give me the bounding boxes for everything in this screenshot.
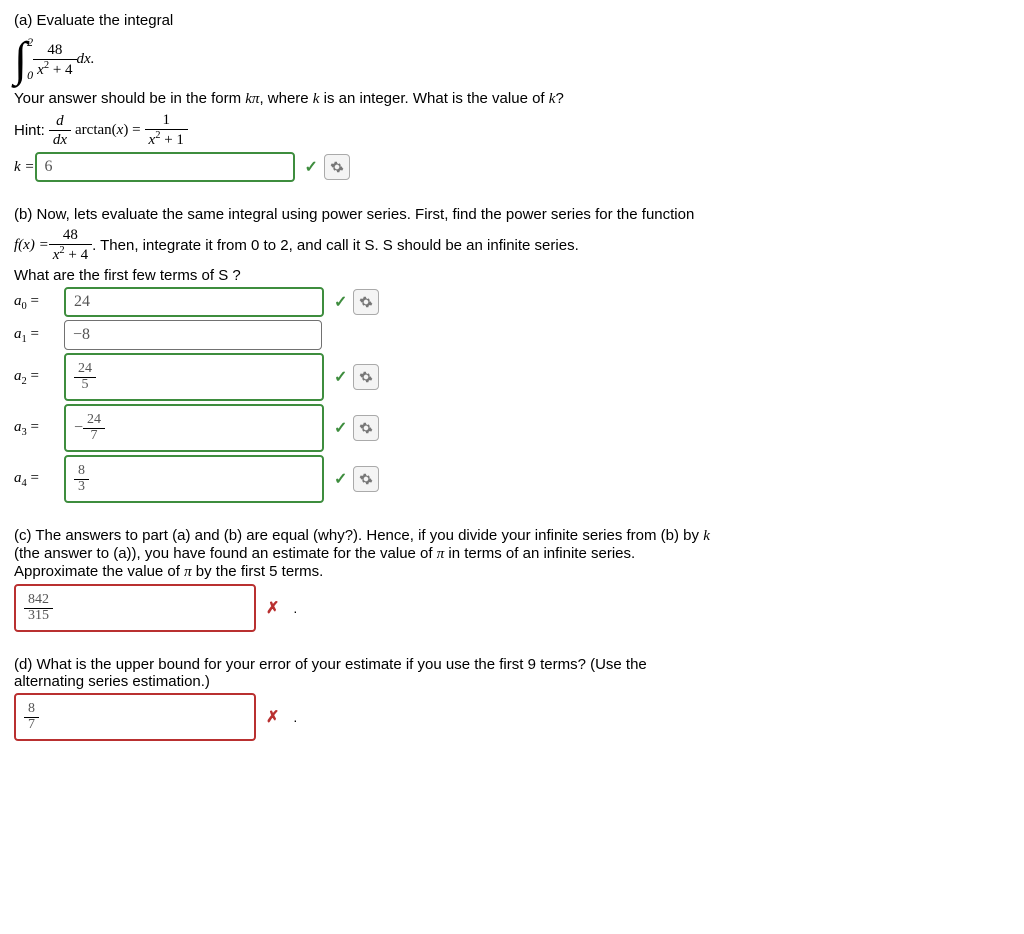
part-a-instruction: Your answer should be in the form kπ, wh… xyxy=(14,90,1010,108)
a3-row: a3 = − 247 ✓ xyxy=(14,404,1010,452)
check-icon: ✓ xyxy=(305,157,318,177)
part-d: (d) What is the upper bound for your err… xyxy=(14,656,1010,741)
a3-input[interactable]: − 247 xyxy=(64,404,324,452)
k-answer-row: k = 6 ✓ xyxy=(14,152,1010,182)
hint-dxfrac: d dx xyxy=(49,112,71,149)
part-c-text: (c) The answers to part (a) and (b) are … xyxy=(14,527,1010,581)
cross-icon: ✗ xyxy=(266,707,279,727)
part-a-heading: (a) Evaluate the integral xyxy=(14,12,1010,29)
k-label: k = xyxy=(14,159,35,176)
check-icon: ✓ xyxy=(334,292,347,312)
options-button[interactable] xyxy=(324,154,350,180)
fx-label: f(x) = xyxy=(14,237,49,254)
gear-icon xyxy=(330,160,344,174)
part-b: (b) Now, lets evaluate the same integral… xyxy=(14,206,1010,503)
gear-icon xyxy=(359,295,373,309)
a1-row: a1 = −8 xyxy=(14,320,1010,350)
gear-icon xyxy=(359,370,373,384)
d-answer-row: 87 ✗ . xyxy=(14,693,1010,741)
a1-input[interactable]: −8 xyxy=(64,320,322,350)
part-a: (a) Evaluate the integral ∫ 2 0 48 x2 + … xyxy=(14,12,1010,182)
period: . xyxy=(293,709,297,725)
hint-rhs: 1 x2 + 1 xyxy=(145,111,188,149)
a2-row: a2 = 245 ✓ xyxy=(14,353,1010,401)
cross-icon: ✗ xyxy=(266,598,279,618)
integral-symbol: ∫ xyxy=(14,32,27,87)
a4-label: a4 = xyxy=(14,470,56,489)
a4-input[interactable]: 83 xyxy=(64,455,324,503)
a4-row: a4 = 83 ✓ xyxy=(14,455,1010,503)
part-b-fx: f(x) = 48 x2 + 4 . Then, integrate it fr… xyxy=(14,226,1010,264)
dx: dx. xyxy=(77,51,95,68)
k-value: 6 xyxy=(45,158,53,176)
integral-expression: ∫ 2 0 48 x2 + 4 dx. xyxy=(14,32,1010,87)
part-c: (c) The answers to part (a) and (b) are … xyxy=(14,527,1010,632)
a0-input[interactable]: 24 xyxy=(64,287,324,317)
a0-label: a0 = xyxy=(14,293,56,312)
fx-fraction: 48 x2 + 4 xyxy=(49,226,92,264)
a2-label: a2 = xyxy=(14,368,56,387)
k-input[interactable]: 6 xyxy=(35,152,295,182)
options-button[interactable] xyxy=(353,289,379,315)
check-icon: ✓ xyxy=(334,469,347,489)
gear-icon xyxy=(359,421,373,435)
a2-input[interactable]: 245 xyxy=(64,353,324,401)
a0-row: a0 = 24 ✓ xyxy=(14,287,1010,317)
c-answer-row: 842315 ✗ . xyxy=(14,584,1010,632)
integrand-den: x2 + 4 xyxy=(33,60,76,79)
a1-label: a1 = xyxy=(14,326,56,345)
c-input[interactable]: 842315 xyxy=(14,584,256,632)
a3-label: a3 = xyxy=(14,419,56,438)
part-b-line3: What are the first few terms of S ? xyxy=(14,267,1010,284)
hint-row: Hint: d dx arctan(x) = 1 x2 + 1 xyxy=(14,111,1010,149)
options-button[interactable] xyxy=(353,415,379,441)
options-button[interactable] xyxy=(353,466,379,492)
check-icon: ✓ xyxy=(334,418,347,438)
part-b-line2: . Then, integrate it from 0 to 2, and ca… xyxy=(92,237,579,254)
period: . xyxy=(293,600,297,616)
d-input[interactable]: 87 xyxy=(14,693,256,741)
part-d-text: (d) What is the upper bound for your err… xyxy=(14,656,1010,690)
check-icon: ✓ xyxy=(334,367,347,387)
integrand-num: 48 xyxy=(33,41,76,60)
integrand-fraction: 48 x2 + 4 xyxy=(33,41,76,79)
hint-arctan: arctan(x) = xyxy=(75,122,141,139)
hint-label: Hint: xyxy=(14,122,45,139)
part-b-line1: (b) Now, lets evaluate the same integral… xyxy=(14,206,1010,223)
options-button[interactable] xyxy=(353,364,379,390)
gear-icon xyxy=(359,472,373,486)
